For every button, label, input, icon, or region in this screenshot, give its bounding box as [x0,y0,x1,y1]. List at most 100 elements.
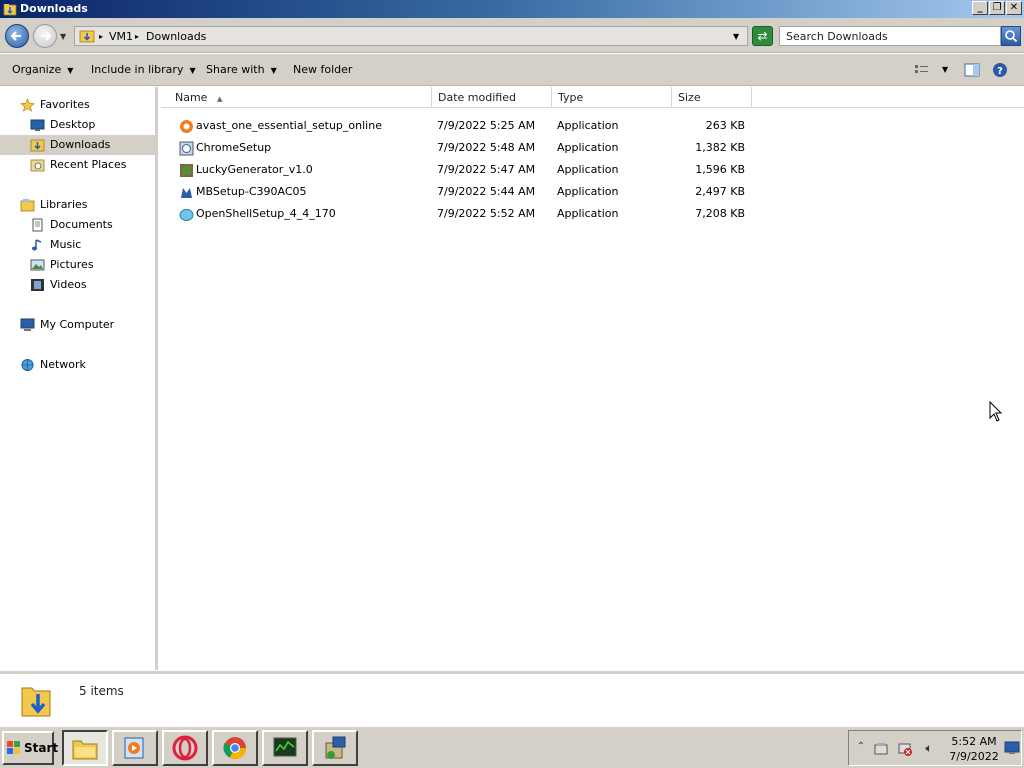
nav-downloads[interactable]: Downloads [0,135,155,155]
recent-places-icon [30,159,45,172]
breadcrumb-chevron-icon[interactable]: ▸ [99,32,103,41]
nav-label: Videos [50,278,87,291]
file-date: 7/9/2022 5:52 AM [437,207,536,220]
nav-documents[interactable]: Documents [0,215,155,235]
column-label: Name [175,91,208,104]
nav-label: Documents [50,218,113,231]
nav-recent-places[interactable]: Recent Places [0,155,155,175]
taskbar-opera[interactable] [162,730,208,766]
downloads-folder-icon [30,139,45,152]
file-explorer-icon [72,740,98,760]
title-bar[interactable]: Downloads _ ❐ ✕ [0,0,1024,18]
file-size: 1,596 KB [695,163,745,176]
refresh-button[interactable]: ⇄ [752,26,773,46]
back-button[interactable] [5,24,29,48]
nav-favorites[interactable]: Favorites [0,95,155,115]
nav-label: My Computer [40,318,115,331]
breadcrumb-vm1[interactable]: VM1 [109,30,133,43]
file-row[interactable]: ChromeSetup 7/9/2022 5:48 AM Application… [161,137,761,159]
nav-label: Recent Places [50,158,127,171]
media-player-icon [124,737,144,759]
share-with-button[interactable]: Share with ▼ [206,63,277,76]
file-date: 7/9/2022 5:44 AM [437,185,536,198]
nav-network[interactable]: Network [0,355,155,375]
start-button[interactable]: Start [2,731,58,765]
show-desktop-icon[interactable] [1004,741,1020,755]
start-label: Start [24,741,59,755]
history-dropdown[interactable]: ▼ [60,32,66,41]
search-button[interactable] [1001,26,1021,46]
nav-label: Favorites [40,98,90,111]
taskbar-chrome[interactable] [212,730,258,766]
svg-text:?: ? [997,66,1003,77]
minimize-button[interactable]: _ [972,1,988,15]
column-header-row: Name ▲ Date modified Type Size [161,87,1024,108]
downloads-folder-icon [21,687,51,717]
file-row[interactable]: MBSetup-C390AC05 7/9/2022 5:44 AM Applic… [161,181,761,203]
restore-button[interactable]: ❐ [989,1,1005,15]
nav-videos[interactable]: Videos [0,275,155,295]
column-date-modified[interactable]: Date modified [432,87,552,108]
taskbar-explorer[interactable] [62,730,108,766]
nav-my-computer[interactable]: My Computer [0,315,155,335]
file-name: MBSetup-C390AC05 [196,185,307,198]
include-in-library-button[interactable]: Include in library ▼ [91,63,196,76]
nav-pictures[interactable]: Pictures [0,255,155,275]
taskbar-task-manager[interactable] [262,730,308,766]
nav-libraries[interactable]: Libraries [0,195,155,215]
chrome-icon [223,737,246,759]
taskbar-installer[interactable] [312,730,358,766]
nav-label: Pictures [50,258,94,271]
action-center-icon[interactable] [873,741,889,757]
share-with-label: Share with [206,63,265,76]
column-name[interactable]: Name ▲ [161,87,432,108]
new-folder-button[interactable]: New folder [293,63,352,76]
videos-icon [31,279,44,291]
computer-icon [20,318,35,331]
nav-label: Network [40,358,86,371]
dropdown-caret-icon: ▼ [189,66,196,75]
file-type: Application [557,141,619,154]
view-dropdown-icon[interactable]: ▼ [942,65,948,74]
clock[interactable]: 5:52 AM 7/9/2022 [948,734,1000,764]
search-input[interactable]: Search Downloads [779,26,1001,46]
close-button[interactable]: ✕ [1006,1,1022,15]
show-hidden-icons-icon[interactable]: ⌃ [853,741,869,757]
downloads-folder-icon [79,30,95,43]
breadcrumb-downloads[interactable]: Downloads [146,30,206,43]
column-size[interactable]: Size [672,87,752,108]
item-count: 5 items [79,684,124,698]
address-bar[interactable]: ▸ VM1 ▸ Downloads ▼ [74,26,748,46]
help-icon[interactable]: ? [992,62,1008,78]
file-name: ChromeSetup [196,141,272,154]
file-row[interactable]: avast_one_essential_setup_online 7/9/202… [161,115,761,137]
file-row[interactable]: OpenShellSetup_4_4_170 7/9/2022 5:52 AM … [161,203,761,225]
include-in-library-label: Include in library [91,63,184,76]
folder-icon [3,4,17,16]
breadcrumb-chevron-icon[interactable]: ▸ [135,32,139,41]
nav-label: Downloads [50,138,111,151]
organize-button[interactable]: Organize ▼ [12,63,73,76]
view-options-icon[interactable] [914,63,930,77]
search-icon [1005,30,1018,43]
column-type[interactable]: Type [552,87,672,108]
nav-desktop[interactable]: Desktop [0,115,155,135]
nav-music[interactable]: Music [0,235,155,255]
details-pane: 5 items [0,671,1024,726]
forward-button[interactable] [33,24,57,48]
pictures-icon [30,259,45,271]
taskbar-media-player[interactable] [112,730,158,766]
task-manager-icon [273,737,297,757]
file-date: 7/9/2022 5:25 AM [437,119,536,132]
file-name: avast_one_essential_setup_online [196,119,382,132]
arrow-left-icon [10,31,21,41]
volume-icon[interactable]: 🔈︎ [921,741,937,757]
address-dropdown-icon[interactable]: ▼ [733,32,739,41]
file-date: 7/9/2022 5:48 AM [437,141,536,154]
network-warning-icon[interactable] [897,741,913,757]
music-icon [32,239,42,251]
file-row[interactable]: LuckyGenerator_v1.0 7/9/2022 5:47 AM App… [161,159,761,181]
file-size: 2,497 KB [695,185,745,198]
installer-icon [325,736,346,759]
preview-pane-icon[interactable] [964,63,980,77]
